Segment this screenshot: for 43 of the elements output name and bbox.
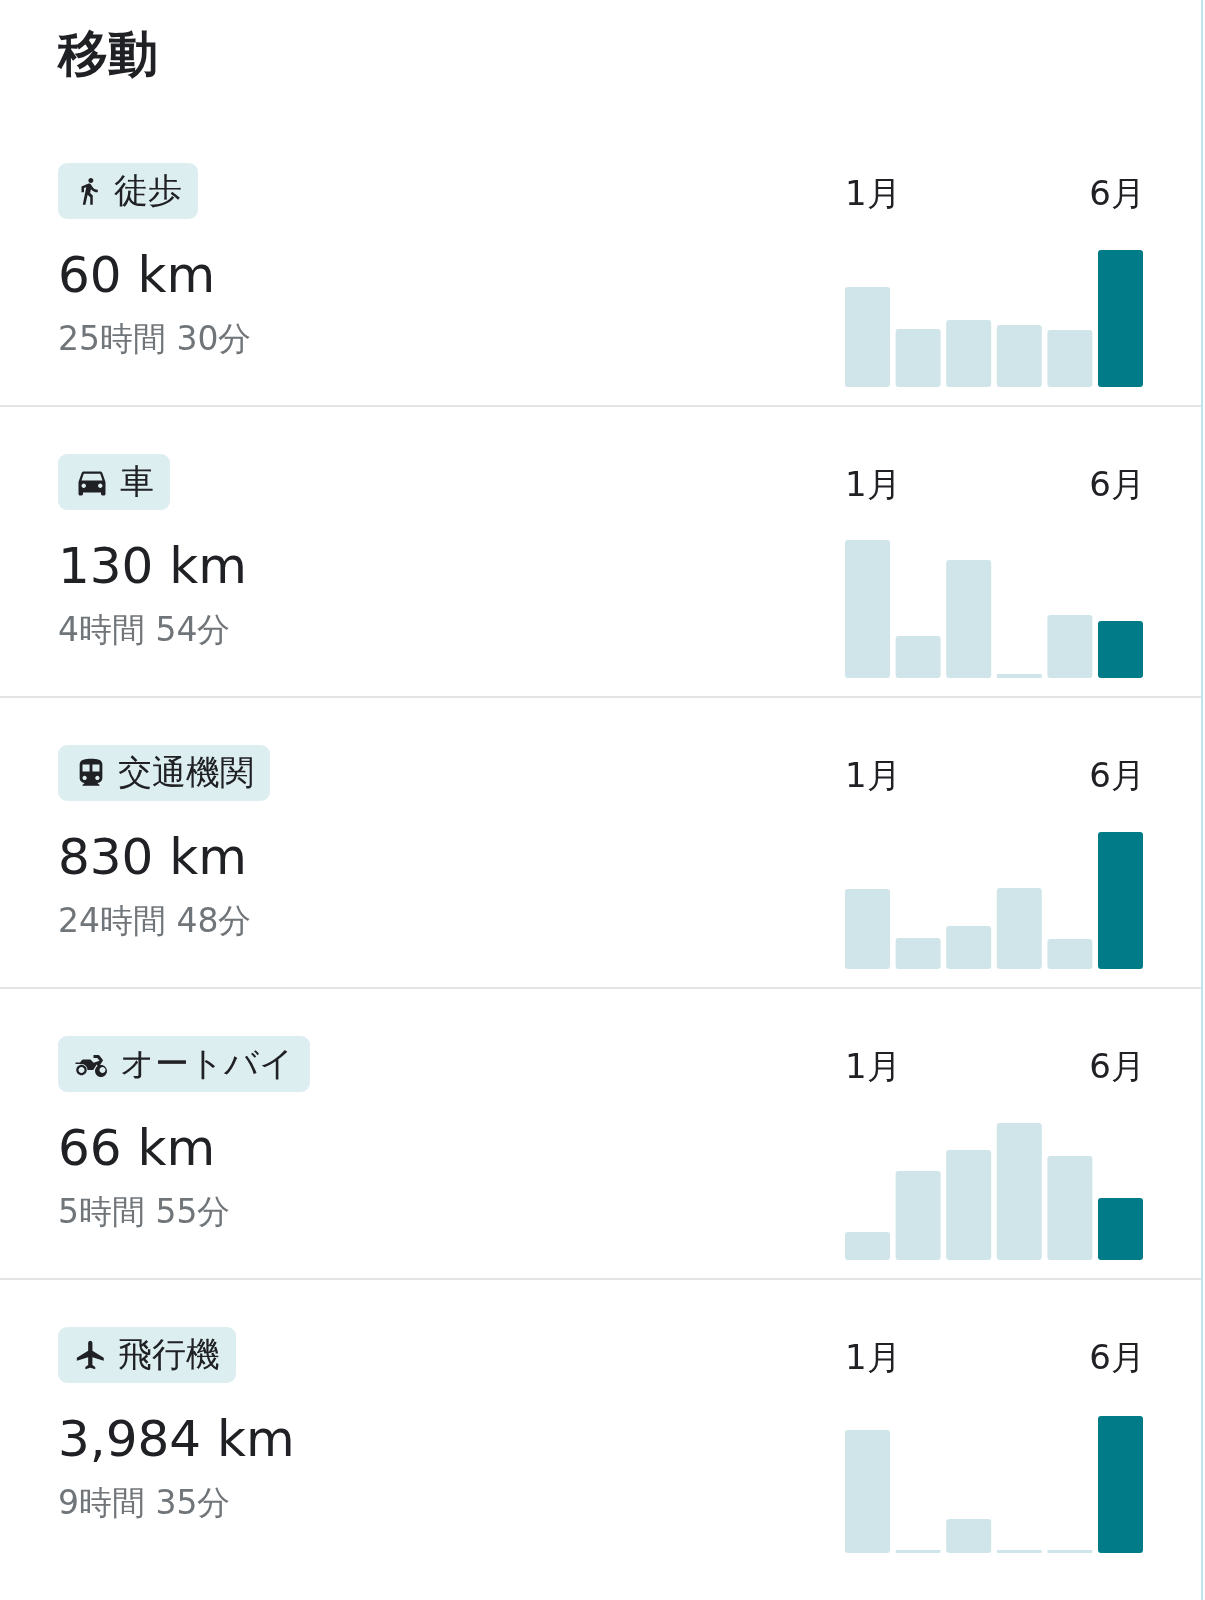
section-title: 移動 [56,24,159,85]
chart-bar [1098,621,1143,678]
chart-bar [1098,1198,1143,1260]
mode-chip: 車 [58,454,170,510]
month-label: 6月 [1089,754,1145,797]
chart-bar [996,325,1042,387]
month-label: 1月 [845,754,901,797]
mode-chip: 交通機関 [58,745,270,801]
distance-value: 130 km [58,536,247,596]
distance-value: 3,984 km [58,1409,295,1469]
month-label: 1月 [845,463,901,506]
duration-value: 25時間 30分 [58,318,252,360]
month-label: 1月 [845,1045,901,1088]
distance-value: 66 km [58,1118,217,1178]
chart-bar [895,329,941,387]
chart-bar [895,636,941,678]
duration-value: 24時間 48分 [58,900,253,942]
duration-value: 4時間 54分 [58,609,232,651]
chart-bar [946,926,992,969]
duration-value: 9時間 35分 [58,1482,232,1524]
month-label: 6月 [1089,463,1145,506]
month-label: 1月 [845,172,901,215]
month-label: 6月 [1089,172,1145,215]
mode-chip: 徒歩 [58,163,198,219]
chart-bar [946,1519,992,1553]
chart-bar [1047,1550,1093,1553]
mode-chip: オートバイ [58,1036,310,1092]
month-label: 6月 [1089,1336,1145,1379]
chart-bar [845,1232,890,1260]
chart-bar [996,1550,1042,1553]
month-label: 1月 [845,1336,901,1379]
chart-bar [895,938,941,969]
chart-bar [946,320,992,387]
month-label: 6月 [1089,1045,1145,1088]
mode-chip: 飛行機 [58,1327,236,1383]
distance-value: 830 km [58,827,248,887]
chart-bar [895,1550,941,1553]
distance-value: 60 km [58,245,217,305]
chart-bar [1047,939,1093,969]
duration-value: 5時間 55分 [58,1191,232,1233]
chart-bar [1047,330,1093,387]
chart-bar [996,674,1042,678]
chart-bar [1047,615,1093,678]
